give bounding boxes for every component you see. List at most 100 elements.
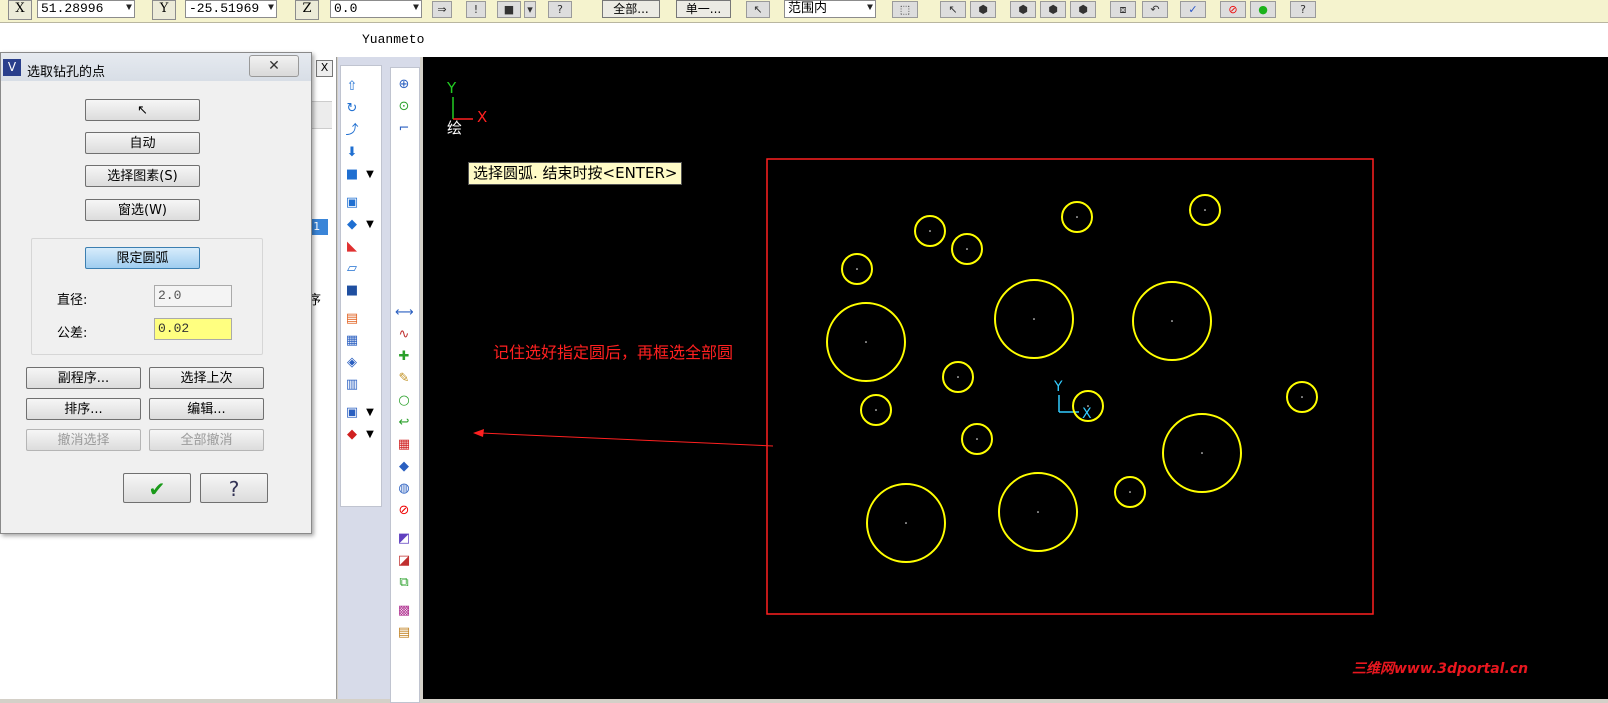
chevron-down-icon[interactable]: ▼ bbox=[361, 426, 379, 444]
loft-icon[interactable]: ⬇ bbox=[343, 144, 361, 162]
solid-icon[interactable]: ⬢ bbox=[1040, 1, 1066, 18]
tolerance-field[interactable]: 0.02 bbox=[154, 318, 232, 340]
help-icon: ? bbox=[228, 477, 240, 501]
chevron-down-icon[interactable]: ▼ bbox=[867, 1, 873, 17]
stack-icon[interactable]: ◈ bbox=[343, 354, 361, 372]
trim-icon[interactable]: ▱ bbox=[343, 260, 361, 278]
arc-icon[interactable]: ↩ bbox=[395, 414, 413, 432]
limit-arc-button[interactable]: 限定圆弧 bbox=[85, 247, 200, 269]
select-entity-button[interactable]: 选择图素(S) bbox=[85, 165, 200, 187]
undo-select-button[interactable]: 撤消选择 bbox=[26, 429, 141, 451]
copy-icon[interactable]: ⧉ bbox=[395, 574, 413, 592]
revolve-icon[interactable]: ↻ bbox=[343, 100, 361, 118]
grid-icon[interactable]: ▦ bbox=[343, 332, 361, 350]
manual-select-button[interactable]: ↖ bbox=[85, 99, 200, 121]
arrow-head-icon bbox=[473, 429, 484, 437]
move-icon[interactable]: ◪ bbox=[395, 552, 413, 570]
solid-icon[interactable]: ⬢ bbox=[970, 1, 996, 18]
layer-icon[interactable]: ▤ bbox=[343, 310, 361, 328]
diameter-field[interactable]: 2.0 bbox=[154, 285, 232, 307]
shell-icon[interactable]: ▣ bbox=[343, 194, 361, 212]
palette-icon[interactable]: ▩ bbox=[395, 602, 413, 620]
y-coordinate-label: Y bbox=[152, 0, 176, 20]
edit-button[interactable]: 编辑... bbox=[149, 398, 264, 420]
box-icon[interactable]: ■ bbox=[497, 1, 521, 18]
z-coordinate-field[interactable]: 0.0 ▼ bbox=[330, 0, 422, 18]
x-coordinate-field[interactable]: 51.28996 ▼ bbox=[37, 0, 135, 18]
solid-icon[interactable]: ⬢ bbox=[1010, 1, 1036, 18]
viewport-drawing: Y X 绘 Y X bbox=[446, 79, 1374, 615]
solid-box-icon[interactable]: ■ bbox=[343, 282, 361, 300]
select-all-button[interactable]: 全部... bbox=[602, 0, 660, 18]
y-axis-label: Y bbox=[446, 79, 457, 97]
chevron-down-icon[interactable]: ▾ bbox=[524, 1, 536, 18]
cursor-icon[interactable]: ↖ bbox=[746, 1, 770, 18]
help-icon[interactable]: ? bbox=[1290, 1, 1316, 18]
transform-icon[interactable]: ◩ bbox=[395, 530, 413, 548]
undo-icon[interactable]: ↶ bbox=[1142, 1, 1168, 18]
cancel-icon[interactable]: ⊘ bbox=[1220, 1, 1246, 18]
tolerance-label: 公差: bbox=[57, 326, 88, 341]
select-single-button[interactable]: 单一... bbox=[676, 0, 731, 18]
draft-icon[interactable]: ◣ bbox=[343, 238, 361, 256]
panel-close-button[interactable]: X bbox=[316, 60, 333, 77]
no-icon[interactable]: ⊘ bbox=[395, 502, 413, 520]
surface-icon[interactable]: ◆ bbox=[395, 458, 413, 476]
globe-icon[interactable]: ◍ bbox=[395, 480, 413, 498]
x-coordinate-value: 51.28996 bbox=[41, 1, 104, 16]
help-button[interactable]: ? bbox=[200, 473, 268, 503]
circle-center-icon[interactable]: ⊙ bbox=[395, 98, 413, 116]
chevron-down-icon[interactable]: ▼ bbox=[413, 1, 419, 17]
plus-icon[interactable]: ✚ bbox=[395, 348, 413, 366]
chevron-down-icon[interactable]: ▼ bbox=[126, 1, 132, 17]
extrude-icon[interactable]: ⇧ bbox=[343, 78, 361, 96]
solid-icon[interactable]: ⬢ bbox=[1070, 1, 1096, 18]
auto-button[interactable]: 自动 bbox=[85, 132, 200, 154]
dimension-icon[interactable]: ⟷ bbox=[395, 304, 414, 322]
fillet-icon[interactable]: ■ bbox=[343, 166, 361, 184]
help-icon[interactable]: ? bbox=[548, 1, 572, 18]
sweep-icon[interactable]: ⤴ bbox=[343, 122, 361, 140]
dialog-title-bar[interactable]: V 选取钻孔的点 ✕ bbox=[1, 53, 311, 81]
graphics-viewport[interactable]: Y X 绘 Y X bbox=[423, 57, 1608, 699]
range-select[interactable]: 范围内 ▼ bbox=[784, 0, 876, 18]
sort-button[interactable]: 排序... bbox=[26, 398, 141, 420]
info-icon[interactable]: ! bbox=[466, 1, 486, 18]
chevron-down-icon[interactable]: ▼ bbox=[361, 404, 379, 422]
x-coordinate-label: X bbox=[8, 0, 32, 20]
spline-icon[interactable]: ∿ bbox=[395, 326, 413, 344]
window-title: Yuanmeto bbox=[362, 32, 425, 47]
pointer-icon[interactable]: ↖ bbox=[940, 1, 966, 18]
z-coordinate-label: Z bbox=[295, 0, 319, 20]
chevron-down-icon[interactable]: ▼ bbox=[361, 216, 379, 234]
command-prompt: 选择圆弧. 结束时按<ENTER> bbox=[468, 162, 683, 185]
subprogram-button[interactable]: 副程序... bbox=[26, 367, 141, 389]
dialog-close-button[interactable]: ✕ bbox=[249, 55, 299, 77]
window-select-button[interactable]: 窗选(W) bbox=[85, 199, 200, 221]
pencil-icon[interactable]: ✎ bbox=[395, 370, 413, 388]
boolean-icon[interactable]: ◆ bbox=[343, 216, 361, 234]
go-icon[interactable]: ● bbox=[1250, 1, 1276, 18]
chevron-down-icon[interactable]: ▼ bbox=[268, 1, 274, 17]
views-icon[interactable]: ▣ bbox=[343, 404, 361, 422]
y-coordinate-value: -25.51969 bbox=[189, 1, 260, 16]
window-select-icon[interactable]: ⬚ bbox=[892, 1, 918, 18]
y-coordinate-field[interactable]: -25.51969 ▼ bbox=[185, 0, 277, 18]
point-icon[interactable]: ⊕ bbox=[395, 76, 413, 94]
arc-group[interactable] bbox=[826, 194, 1318, 563]
coordinate-toolbar: X 51.28996 ▼ Y -25.51969 ▼ Z 0.0 ▼ ⇒ ! ■… bbox=[0, 0, 1608, 23]
undo-all-button[interactable]: 全部撤消 bbox=[149, 429, 264, 451]
attributes-icon[interactable]: ▤ bbox=[395, 624, 413, 642]
cube-icon[interactable]: ⧈ bbox=[1110, 1, 1136, 18]
chevron-down-icon[interactable]: ▼ bbox=[361, 166, 379, 184]
arrow-right-icon[interactable]: ⇒ bbox=[432, 1, 452, 18]
circle-icon[interactable]: ○ bbox=[395, 392, 413, 410]
line-icon[interactable]: ⌐ bbox=[395, 120, 413, 138]
checkmark-icon[interactable]: ✓ bbox=[1180, 1, 1206, 18]
rectangle-icon[interactable]: ▦ bbox=[395, 436, 413, 454]
select-last-button[interactable]: 选择上次 bbox=[149, 367, 264, 389]
ok-button[interactable]: ✔ bbox=[123, 473, 191, 503]
render-icon[interactable]: ◆ bbox=[343, 426, 361, 444]
table-icon[interactable]: ▥ bbox=[343, 376, 361, 394]
drill-point-selection-dialog: V 选取钻孔的点 ✕ ↖ 自动 选择图素(S) 窗选(W) 限定圆弧 直径: 2… bbox=[0, 52, 312, 534]
